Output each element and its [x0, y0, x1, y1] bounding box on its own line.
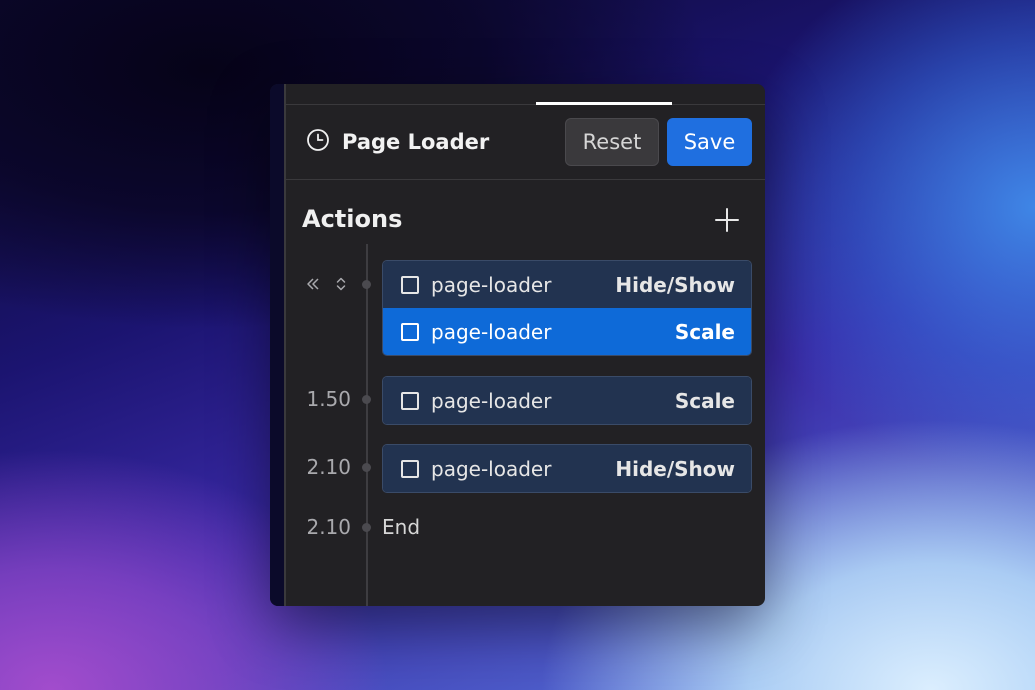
action-row[interactable]: page-loader Hide/Show: [383, 261, 751, 308]
action-element-name: page-loader: [431, 456, 552, 481]
timeline-dot: [362, 463, 371, 472]
action-type-label: Scale: [674, 320, 735, 344]
element-square-icon: [401, 459, 419, 478]
clock-icon: [307, 129, 329, 151]
action-row[interactable]: page-loader Hide/Show: [383, 445, 751, 492]
actions-heading: Actions: [302, 205, 403, 233]
action-group-card: page-loader Hide/Show page-loader Scale: [382, 260, 752, 356]
panel-tab-bar: [286, 84, 765, 105]
timeline-dot: [362, 523, 371, 532]
active-tab-indicator[interactable]: [536, 102, 672, 105]
save-button[interactable]: Save: [667, 118, 752, 166]
element-square-icon: [401, 275, 419, 294]
element-square-icon: [401, 391, 419, 410]
end-time-label: 2.10: [306, 515, 351, 539]
timeline-dot: [362, 395, 371, 404]
page-title: Page Loader: [342, 130, 490, 154]
timeline-line: [366, 244, 368, 606]
action-type-label: Scale: [674, 388, 735, 413]
page-loader-panel: Page Loader Reset Save Actions page-load…: [270, 84, 765, 606]
action-group-card: page-loader Scale: [382, 376, 752, 425]
action-row[interactable]: page-loader Scale: [383, 377, 751, 424]
plus-icon[interactable]: [713, 206, 741, 234]
action-row-selected[interactable]: page-loader Scale: [383, 308, 751, 355]
action-group-card: page-loader Hide/Show: [382, 444, 752, 493]
reset-button[interactable]: Reset: [565, 118, 659, 166]
action-element-name: page-loader: [431, 272, 552, 297]
action-element-name: page-loader: [431, 320, 552, 344]
rewind-icon[interactable]: [304, 275, 322, 293]
action-time-label: 1.50: [306, 387, 351, 411]
action-time-label: 2.10: [306, 455, 351, 479]
panel-header: Page Loader Reset Save: [286, 106, 765, 180]
end-label: End: [382, 515, 421, 539]
timeline-dot: [362, 280, 371, 289]
expand-collapse-icon[interactable]: [332, 275, 350, 293]
action-type-label: Hide/Show: [615, 272, 735, 297]
action-element-name: page-loader: [431, 388, 552, 413]
action-type-label: Hide/Show: [615, 456, 735, 481]
element-square-icon: [401, 323, 419, 341]
